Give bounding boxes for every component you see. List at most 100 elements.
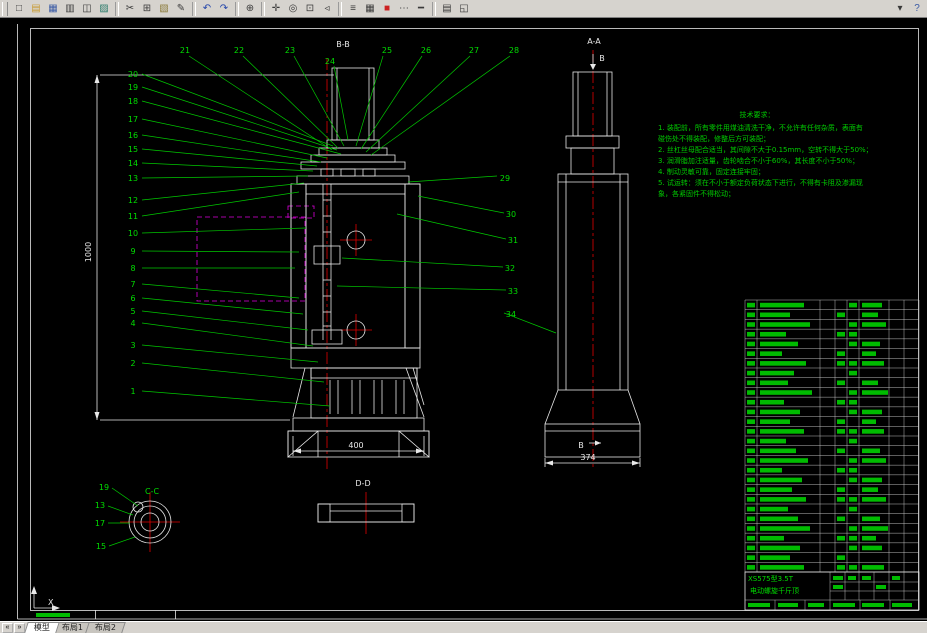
dimensions: 1000 400 374 bbox=[84, 74, 641, 467]
balloon: 25 bbox=[382, 46, 392, 55]
balloon: 11 bbox=[128, 212, 138, 221]
tab-layout2[interactable]: 布局2 bbox=[85, 622, 126, 633]
tech-notes: 技术要求： 1. 装配前，所有零件用煤油清洗干净，不允许有任何杂质，表面有 碰伤… bbox=[658, 110, 873, 198]
balloon: 18 bbox=[128, 97, 138, 106]
note-line: 象，各紧固件不得松动； bbox=[658, 189, 735, 198]
tab-scroll-right-icon[interactable]: » bbox=[14, 622, 25, 633]
balloon: 12 bbox=[128, 196, 138, 205]
zoom-window-icon[interactable]: ⊡ bbox=[302, 0, 318, 17]
toolbar-separator bbox=[432, 1, 436, 16]
toolbar-separator bbox=[338, 1, 342, 16]
balloon: 16 bbox=[128, 131, 138, 140]
ucs-icon: X bbox=[31, 586, 60, 611]
balloon: 27 bbox=[469, 46, 479, 55]
save-icon[interactable]: ▦ bbox=[45, 0, 61, 17]
centerlines bbox=[326, 50, 594, 470]
note-line: 5. 试运转：须在不小于额定负荷状态下进行，不得有卡阻及渗漏现 bbox=[658, 178, 863, 187]
paste-icon[interactable]: ▧ bbox=[156, 0, 172, 17]
main-toolbar: □ ▤ ▦ ▥ ◫ ▨ ✂ ⊞ ▧ ✎ ↶ ↷ ⊕ ✛ ◎ ⊡ ◃ ≡ ▦ ■ … bbox=[0, 0, 927, 18]
redo-icon[interactable]: ↷ bbox=[216, 0, 232, 17]
note-line: 碰伤处不得装配，修整后方可装配； bbox=[658, 134, 770, 143]
section-labels: B-B A-A C-C D-D B B bbox=[145, 37, 605, 496]
bom-table bbox=[744, 299, 920, 573]
toolbar-options-icon[interactable]: ▾ bbox=[892, 0, 908, 17]
balloon: 17 bbox=[128, 115, 138, 124]
title-block: XS575型3.5T 电动螺旋千斤顶 bbox=[744, 571, 920, 611]
pan-icon[interactable]: ✛ bbox=[268, 0, 284, 17]
section-label-dd: D-D bbox=[355, 479, 370, 488]
title-block-model: XS575型3.5T bbox=[748, 574, 794, 583]
balloon: 23 bbox=[285, 46, 295, 55]
note-line: 1. 装配前，所有零件用煤油清洗干净，不允许有任何杂质，表面有 bbox=[658, 123, 863, 132]
layer-states-icon[interactable]: ▦ bbox=[362, 0, 378, 17]
toolbar-grip[interactable] bbox=[2, 1, 8, 16]
balloon: 6 bbox=[130, 294, 135, 303]
balloon: 28 bbox=[509, 46, 519, 55]
cut-icon[interactable]: ✂ bbox=[122, 0, 138, 17]
bom-entries bbox=[747, 302, 888, 570]
balloon: 5 bbox=[130, 307, 135, 316]
tab-scroll-left-icon[interactable]: « bbox=[2, 622, 13, 633]
tech-notes-title: 技术要求： bbox=[740, 110, 775, 119]
balloon: 32 bbox=[505, 264, 515, 273]
balloon: 24 bbox=[325, 57, 335, 66]
match-properties-icon[interactable]: ✎ bbox=[173, 0, 189, 17]
copy-icon[interactable]: ⊞ bbox=[139, 0, 155, 17]
side-view bbox=[544, 54, 641, 458]
balloon: 7 bbox=[130, 280, 135, 289]
balloon: 29 bbox=[500, 174, 510, 183]
balloon: 31 bbox=[508, 236, 518, 245]
plot-preview-icon[interactable]: ◫ bbox=[79, 0, 95, 17]
balloon: 1 bbox=[130, 387, 135, 396]
balloon: 21 bbox=[180, 46, 190, 55]
balloon: 26 bbox=[421, 46, 431, 55]
note-line: 2. 丝杠丝母配合适当，其间隙不大于0.15mm，空转不得大于50%； bbox=[658, 145, 873, 154]
balloon: 22 bbox=[234, 46, 244, 55]
balloon: 15 bbox=[128, 145, 138, 154]
zoom-realtime-icon[interactable]: ◎ bbox=[285, 0, 301, 17]
datum-label-b-top: B bbox=[599, 54, 605, 63]
balloon: 14 bbox=[128, 159, 138, 168]
tab-model[interactable]: 模型 bbox=[24, 622, 60, 633]
toolbar-separator bbox=[261, 1, 265, 16]
properties-icon[interactable]: ▤ bbox=[439, 0, 455, 17]
publish-icon[interactable]: ▨ bbox=[96, 0, 112, 17]
balloon: 19 bbox=[99, 483, 109, 492]
layers-icon[interactable]: ≡ bbox=[345, 0, 361, 17]
balloon-labels: 20 19 18 17 16 15 14 13 12 11 10 9 8 7 6… bbox=[95, 46, 519, 551]
zoom-previous-icon[interactable]: ◃ bbox=[319, 0, 335, 17]
undo-icon[interactable]: ↶ bbox=[199, 0, 215, 17]
balloon: 13 bbox=[128, 174, 138, 183]
toolbar-separator bbox=[192, 1, 196, 16]
section-label-cc: C-C bbox=[145, 487, 159, 496]
layout-tab-bar: « » 模型 布局1 布局2 bbox=[0, 621, 927, 633]
dim-side-width: 374 bbox=[580, 453, 595, 462]
balloon: 33 bbox=[508, 287, 518, 296]
svg-text:X: X bbox=[48, 598, 54, 607]
lineweight-icon[interactable]: ━ bbox=[413, 0, 429, 17]
balloon: 19 bbox=[128, 83, 138, 92]
help-icon[interactable]: ? bbox=[909, 0, 925, 17]
open-icon[interactable]: ▤ bbox=[28, 0, 44, 17]
toolbar-separator bbox=[235, 1, 239, 16]
new-file-icon[interactable]: □ bbox=[11, 0, 27, 17]
toolbar-separator bbox=[115, 1, 119, 16]
balloon: 13 bbox=[95, 501, 105, 510]
design-center-icon[interactable]: ◱ bbox=[456, 0, 472, 17]
note-line: 3. 润滑脂加注适量，齿轮啮合不小于60%，其长度不小于50%； bbox=[658, 156, 859, 165]
insert-hyperlink-icon[interactable]: ⊕ bbox=[242, 0, 258, 17]
balloon: 20 bbox=[128, 70, 138, 79]
balloon: 30 bbox=[506, 210, 516, 219]
balloon: 3 bbox=[130, 341, 135, 350]
datum-label-b-bottom: B bbox=[578, 441, 584, 450]
section-label-bb: B-B bbox=[336, 40, 350, 49]
color-control-icon[interactable]: ■ bbox=[379, 0, 395, 17]
tab-layout2-label: 布局2 bbox=[94, 623, 117, 632]
front-view bbox=[287, 67, 430, 458]
balloon: 34 bbox=[506, 310, 516, 319]
linetype-icon[interactable]: ⋯ bbox=[396, 0, 412, 17]
drawing-canvas[interactable]: 1000 400 374 20 19 18 17 16 15 14 13 12 bbox=[0, 0, 927, 633]
tab-layout1-label: 布局1 bbox=[61, 623, 83, 632]
plot-icon[interactable]: ▥ bbox=[62, 0, 78, 17]
balloon: 9 bbox=[130, 247, 135, 256]
